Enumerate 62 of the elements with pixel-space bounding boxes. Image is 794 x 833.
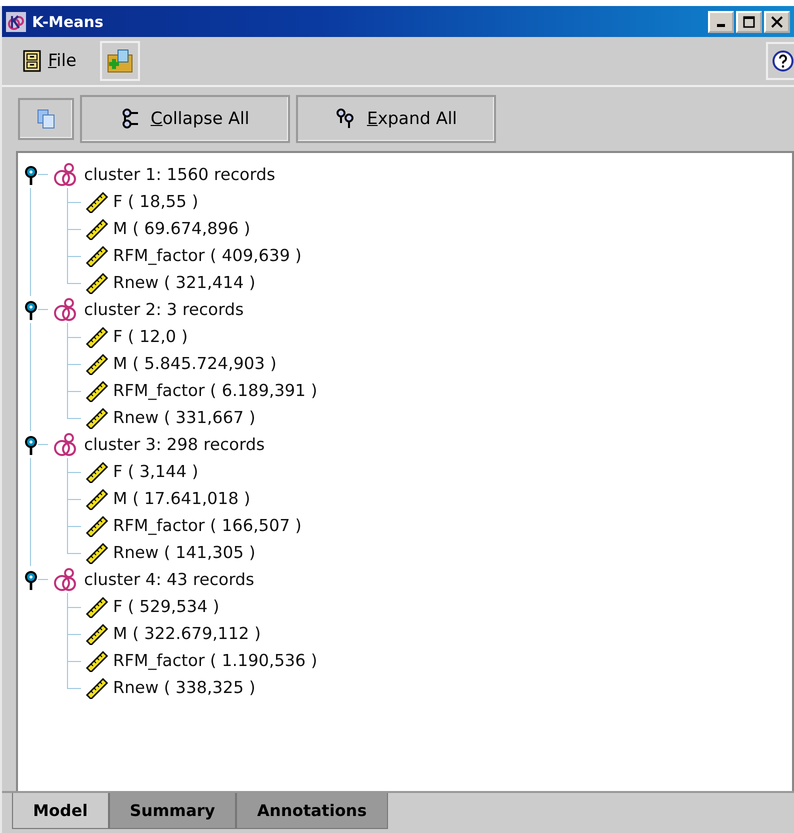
attribute-label[interactable]: M ( 322.679,112 ) xyxy=(113,624,261,643)
maximize-icon xyxy=(743,16,755,28)
copy-icon xyxy=(36,108,56,130)
folder-add-icon xyxy=(106,47,134,75)
ruler-icon xyxy=(85,650,109,672)
tab[interactable]: Annotations xyxy=(236,793,388,829)
minimize-button[interactable] xyxy=(708,10,734,32)
expand-handle-icon[interactable] xyxy=(24,434,38,454)
minimize-icon xyxy=(717,24,725,27)
ruler-icon xyxy=(85,488,109,510)
copy-button[interactable] xyxy=(18,98,74,140)
attribute-label[interactable]: RFM_factor ( 6.189,391 ) xyxy=(113,381,318,400)
attribute-label[interactable]: Rnew ( 141,305 ) xyxy=(113,543,256,562)
attribute-label[interactable]: RFM_factor ( 409,639 ) xyxy=(113,246,302,265)
attribute-label[interactable]: M ( 69.674,896 ) xyxy=(113,219,250,238)
attribute-label[interactable]: F ( 12,0 ) xyxy=(113,327,188,346)
collapse-all-button[interactable]: Collapse All xyxy=(80,95,290,143)
attribute-label[interactable]: Rnew ( 321,414 ) xyxy=(113,273,256,292)
cabinet-icon xyxy=(22,50,42,72)
attribute-label[interactable]: RFM_factor ( 166,507 ) xyxy=(113,516,302,535)
ruler-icon xyxy=(85,326,109,348)
ruler-icon xyxy=(85,622,109,644)
ruler-icon xyxy=(85,352,109,374)
cluster-label[interactable]: cluster 3: 298 records xyxy=(84,435,265,454)
close-icon xyxy=(771,16,783,28)
ruler-icon xyxy=(85,596,109,618)
ruler-icon xyxy=(85,514,109,536)
file-menu[interactable]: File xyxy=(22,50,76,72)
attribute-label[interactable]: F ( 3,144 ) xyxy=(113,462,198,481)
ruler-icon xyxy=(85,676,109,698)
attribute-label[interactable]: F ( 18,55 ) xyxy=(113,192,198,211)
attribute-label[interactable]: M ( 5.845.724,903 ) xyxy=(113,354,277,373)
expand-handle-icon[interactable] xyxy=(24,570,38,590)
ruler-icon xyxy=(85,244,109,266)
ruler-icon xyxy=(85,460,109,482)
help-icon xyxy=(772,50,794,72)
cluster-label[interactable]: cluster 1: 1560 records xyxy=(84,165,276,184)
tab[interactable]: Model xyxy=(12,793,109,829)
ruler-icon xyxy=(85,272,109,294)
attribute-label[interactable]: Rnew ( 338,325 ) xyxy=(113,678,256,697)
expand-all-button[interactable]: Expand All xyxy=(296,95,496,143)
attribute-label[interactable]: F ( 529,534 ) xyxy=(113,597,220,616)
expand-handle-icon[interactable] xyxy=(24,164,38,184)
cluster-label[interactable]: cluster 2: 3 records xyxy=(84,300,244,319)
cluster-label[interactable]: cluster 4: 43 records xyxy=(84,570,254,589)
ruler-icon xyxy=(85,542,109,564)
add-folder-button[interactable] xyxy=(100,41,140,81)
app-icon xyxy=(6,12,26,32)
ruler-icon xyxy=(85,380,109,402)
help-button[interactable] xyxy=(766,42,794,80)
ruler-icon xyxy=(85,190,109,212)
tab[interactable]: Summary xyxy=(108,793,236,829)
collapse-icon xyxy=(120,108,141,130)
attribute-label[interactable]: M ( 17.641,018 ) xyxy=(113,489,250,508)
attribute-label[interactable]: RFM_factor ( 1.190,536 ) xyxy=(113,651,318,670)
expand-handle-icon[interactable] xyxy=(24,300,38,320)
attribute-label[interactable]: Rnew ( 331,667 ) xyxy=(113,408,256,427)
ruler-icon xyxy=(85,406,109,428)
window-title: K-Means xyxy=(32,12,104,30)
maximize-button[interactable] xyxy=(736,10,762,32)
ruler-icon xyxy=(85,218,109,240)
close-button[interactable] xyxy=(764,10,790,32)
